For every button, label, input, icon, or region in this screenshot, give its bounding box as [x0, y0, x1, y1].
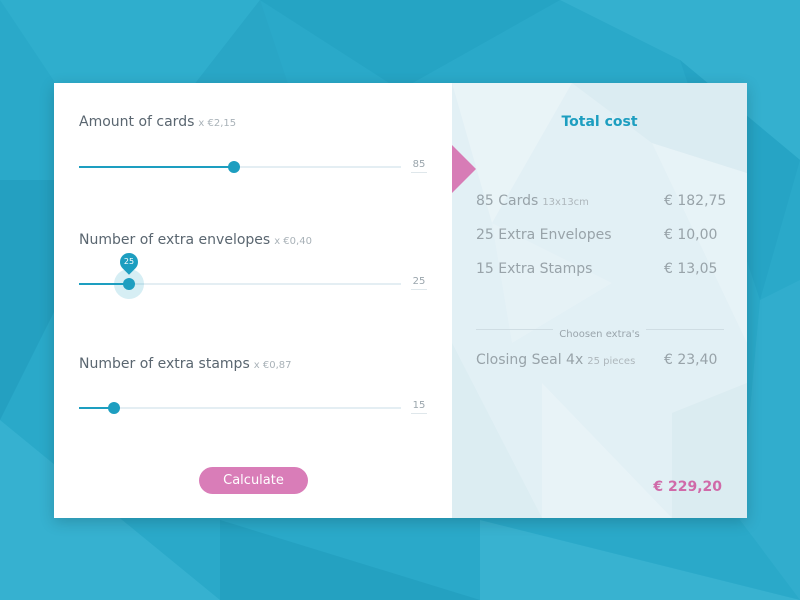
summary-line-envelopes-name: 25 Extra Envelopes [476, 227, 612, 243]
summary-line-cards-name: 85 Cards [476, 193, 539, 209]
cards-value: 85 [411, 159, 427, 173]
cards-label-text: Amount of cards [79, 114, 195, 130]
cost-calculator-card: Amount of cards x €2,15 85 Number of extr… [54, 83, 747, 518]
cards-unit-price: x €2,15 [198, 118, 237, 129]
stamps-label: Number of extra stamps x €0,87 [79, 356, 291, 372]
summary-extra-seal-name: Closing Seal 4x [476, 352, 584, 368]
stamps-unit-price: x €0,87 [253, 360, 292, 371]
cards-label: Amount of cards x €2,15 [79, 114, 236, 130]
cards-slider-fill [79, 166, 234, 168]
summary-line-cards-amount: € 182,75 [664, 193, 727, 209]
grand-total: € 229,20 [653, 479, 722, 495]
cards-slider-thumb[interactable] [228, 161, 240, 173]
summary-title: Total cost [561, 114, 638, 130]
summary-line-envelopes: 25 Extra Envelopes [476, 227, 612, 243]
envelopes-label: Number of extra envelopes x €0,40 [79, 232, 312, 248]
stamps-label-text: Number of extra stamps [79, 356, 250, 372]
summary-line-stamps: 15 Extra Stamps [476, 261, 592, 277]
summary-extra-seal: Closing Seal 4x 25 pieces [476, 352, 635, 368]
envelopes-unit-price: x €0,40 [274, 236, 312, 247]
summary-panel: Total cost 85 Cards 13x13cm € 182,75 25 E… [452, 83, 747, 518]
extras-label: Choosen extra's [553, 329, 646, 340]
stamps-slider-thumb[interactable] [108, 402, 120, 414]
summary-line-cards-size: 13x13cm [542, 197, 589, 208]
summary-extra-seal-amount: € 23,40 [664, 352, 718, 368]
stamps-value: 15 [411, 400, 427, 414]
summary-line-envelopes-amount: € 10,00 [664, 227, 718, 243]
cards-slider[interactable] [79, 161, 401, 173]
envelopes-label-text: Number of extra envelopes [79, 232, 271, 248]
options-panel: Amount of cards x €2,15 85 Number of extr… [54, 83, 452, 518]
envelopes-slider[interactable]: 25 [79, 249, 401, 299]
calculate-button[interactable]: Calculate [199, 467, 308, 494]
summary-line-stamps-amount: € 13,05 [664, 261, 718, 277]
stamps-slider[interactable] [79, 402, 401, 414]
envelopes-value: 25 [411, 276, 427, 290]
envelopes-bubble-value: 25 [123, 257, 135, 266]
summary-texture [452, 83, 747, 518]
summary-pointer-arrow [452, 145, 476, 193]
extras-divider-label: Choosen extra's [452, 322, 747, 341]
envelopes-slider-thumb[interactable] [123, 278, 135, 290]
summary-line-stamps-name: 15 Extra Stamps [476, 261, 593, 277]
summary-line-cards: 85 Cards 13x13cm [476, 193, 589, 209]
summary-extra-seal-pieces: 25 pieces [587, 356, 636, 367]
